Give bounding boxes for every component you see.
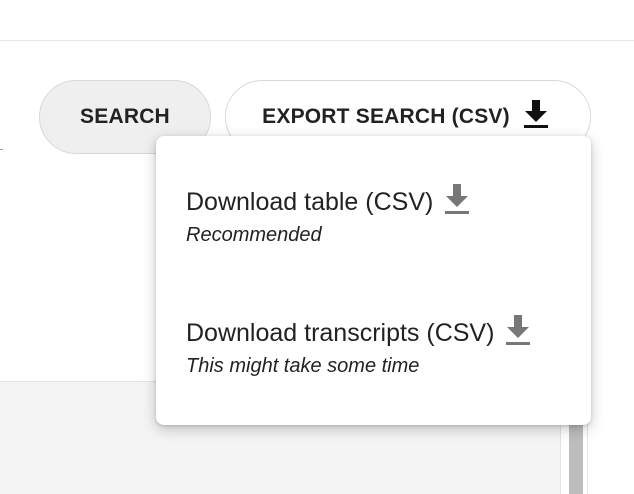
export-search-button-label: EXPORT SEARCH (CSV)	[262, 105, 510, 128]
top-bar	[0, 0, 634, 41]
menu-item-label: Download transcripts (CSV)	[186, 318, 495, 347]
menu-item-note: This might take some time	[186, 355, 420, 377]
menu-item-download-table[interactable]: Download table (CSV) Recommended	[186, 183, 471, 247]
download-icon	[522, 99, 550, 135]
menu-item-label: Download table (CSV)	[186, 187, 434, 216]
search-button-label: SEARCH	[80, 105, 170, 128]
page: SEARCH EXPORT SEARCH (CSV) Download tabl…	[0, 0, 634, 494]
download-icon	[504, 314, 532, 353]
export-dropdown-menu: Download table (CSV) Recommended Downloa…	[156, 136, 591, 425]
divider	[0, 149, 3, 150]
menu-item-note: Recommended	[186, 224, 322, 246]
menu-item-download-transcripts[interactable]: Download transcripts (CSV) This might ta…	[186, 314, 532, 378]
download-icon	[443, 183, 471, 222]
